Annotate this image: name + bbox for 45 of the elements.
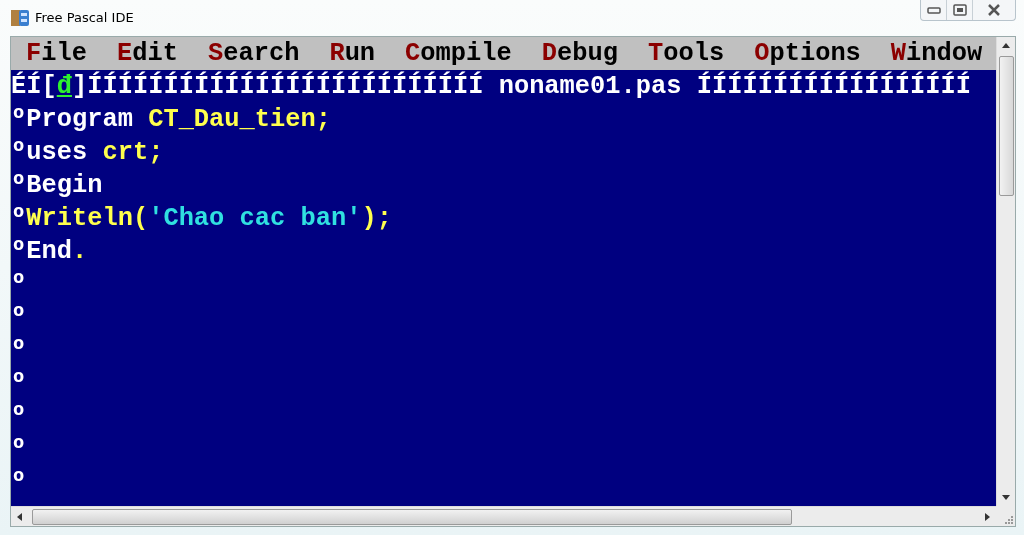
menu-item[interactable]: Window (890, 37, 983, 70)
arrow-down-icon (1002, 495, 1010, 500)
arrow-right-icon (985, 512, 990, 521)
menu-item[interactable]: Search (207, 37, 300, 70)
arrow-up-icon (1002, 43, 1010, 48)
scrollbar-thumb[interactable] (32, 508, 792, 525)
frame-border: º (11, 467, 27, 499)
frame-border: º (11, 236, 27, 268)
frame-border: º (11, 269, 27, 301)
code-line: Program CT_Dau_tien; (26, 104, 331, 136)
vertical-scrollbar[interactable] (996, 37, 1015, 506)
scrollbar-thumb[interactable] (998, 56, 1014, 196)
frame-border: º (11, 368, 27, 400)
frame-border: º (11, 170, 27, 202)
frame-border: º (11, 335, 27, 367)
menu-item[interactable]: Run (329, 37, 376, 70)
frame-border: º (11, 104, 27, 136)
code-line: Begin (26, 170, 103, 202)
app-icon (11, 9, 29, 27)
frame-border: º (11, 401, 27, 433)
menu-item[interactable]: Options (754, 37, 861, 70)
close-icon (987, 4, 1001, 16)
frame-border: º (11, 137, 27, 169)
code-line: Writeln('Chao cac ban'); (26, 203, 392, 235)
horizontal-scrollbar[interactable] (11, 506, 996, 526)
menu-item[interactable]: Debug (541, 37, 618, 70)
frame-border: º (11, 302, 27, 334)
restore-icon (952, 4, 967, 16)
menu-item[interactable]: File (26, 37, 87, 70)
menu-item[interactable]: Compile (405, 37, 512, 70)
frame-border: º (11, 434, 27, 466)
window-frame: ÉÍ (11, 70, 42, 103)
code-line: uses crt; (26, 137, 164, 169)
menu-item[interactable]: Edit (116, 37, 178, 70)
frame-border: º (11, 203, 27, 235)
window-frame: ÍÍÍÍÍÍÍÍÍÍÍÍÍÍÍÍÍÍ (696, 70, 971, 103)
menu-item[interactable]: Tools (648, 37, 725, 70)
editor-close-box[interactable]: [đ] (41, 70, 88, 103)
window-title: Free Pascal IDE (35, 9, 134, 28)
arrow-left-icon (17, 512, 22, 521)
minimize-icon (926, 6, 941, 14)
code-line: End. (26, 236, 88, 268)
window-frame: ÍÍÍÍÍÍÍÍÍÍÍÍÍÍÍÍÍÍÍÍÍÍÍÍÍÍ (87, 70, 484, 103)
file-name: noname01.pas (498, 71, 682, 103)
resize-grip-icon[interactable] (1004, 515, 1013, 524)
